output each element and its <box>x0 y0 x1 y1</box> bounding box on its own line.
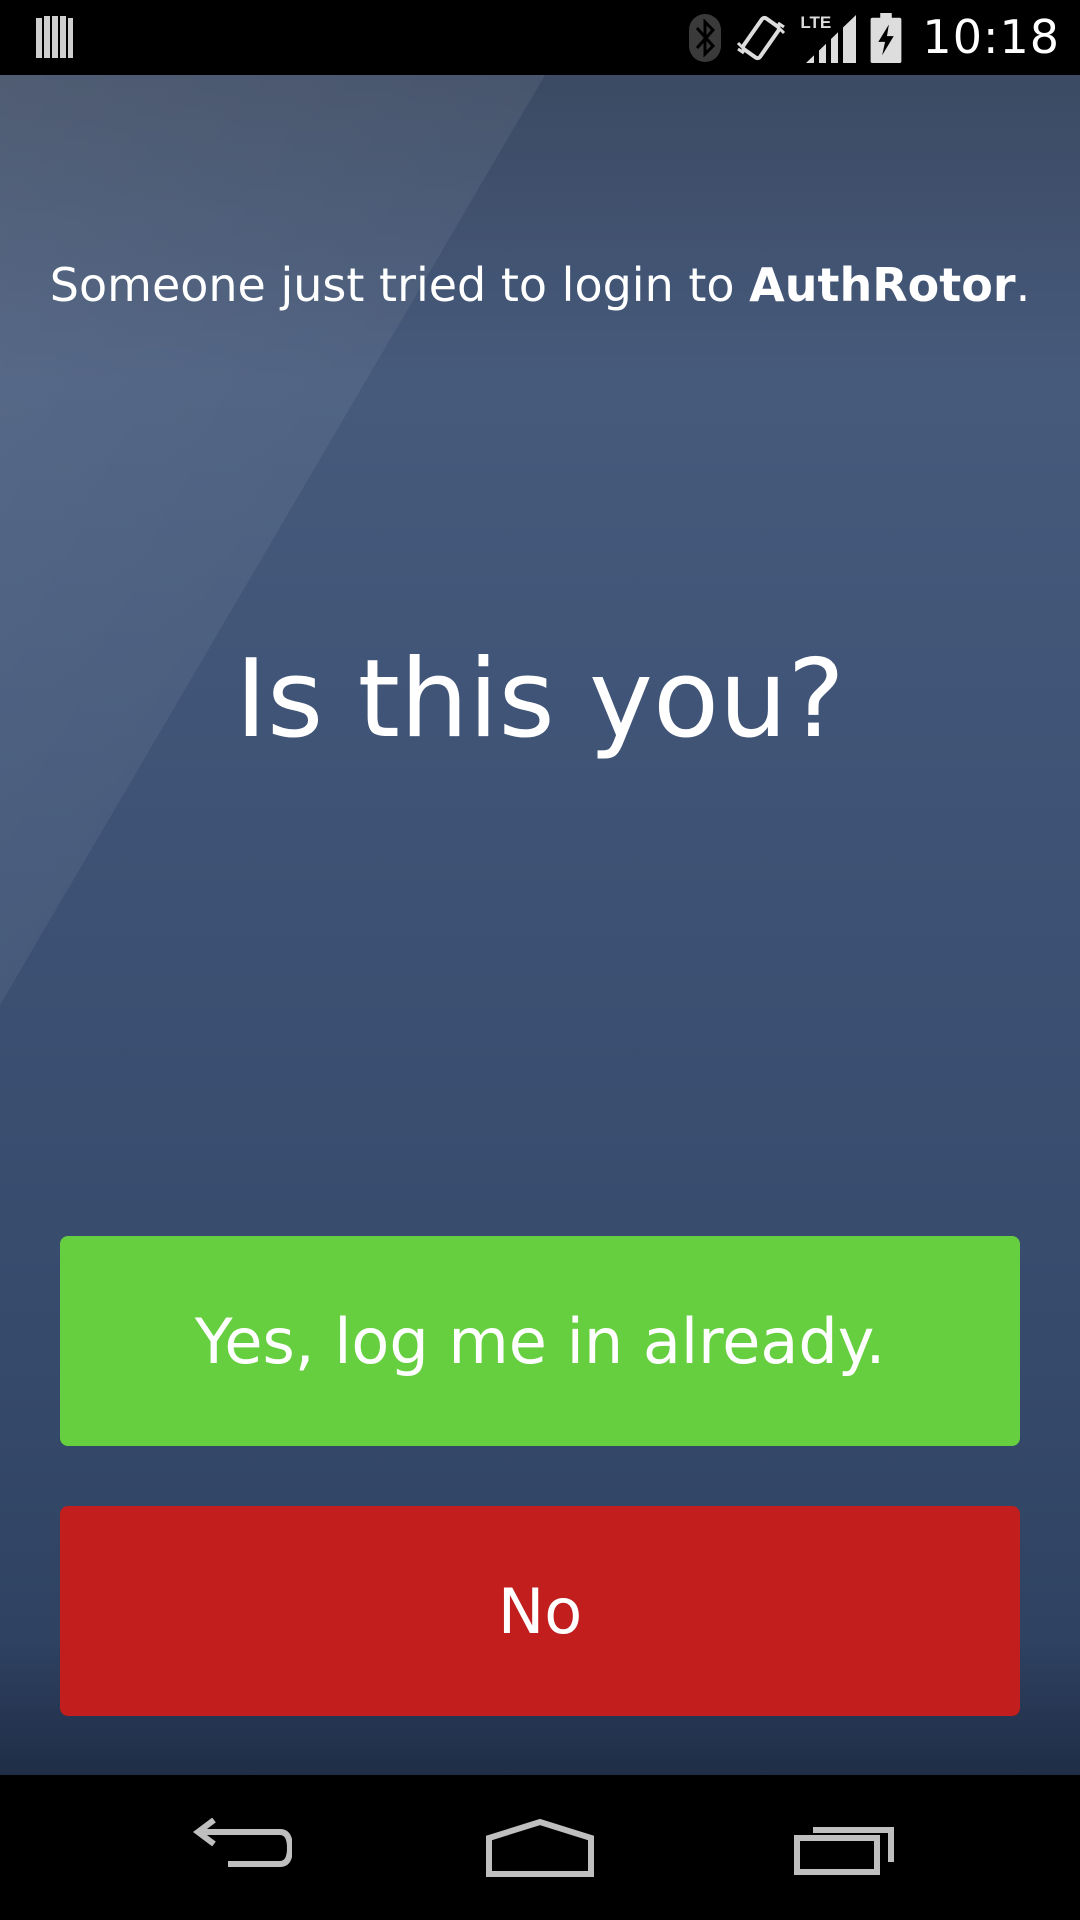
lte-signal-icon: LTE <box>800 13 857 63</box>
app-name: AuthRotor <box>749 258 1016 312</box>
message-suffix: . <box>1015 258 1031 312</box>
recents-button[interactable] <box>745 1775 945 1920</box>
back-icon <box>193 1817 292 1867</box>
clock: 10:18 <box>922 10 1060 64</box>
navigation-bar <box>0 1775 1080 1920</box>
approve-login-label: Yes, log me in already. <box>194 1304 886 1378</box>
notification-icon <box>36 16 73 58</box>
message-prefix: Someone just tried to login to <box>49 258 750 312</box>
page-title: Is this you? <box>235 637 845 762</box>
back-button[interactable] <box>140 1775 340 1920</box>
screen: LTE 10:18 Someone just tried to login to… <box>0 0 1080 1920</box>
status-icons: LTE 10:18 <box>688 0 1060 75</box>
vibrate-icon <box>737 15 786 60</box>
recents-icon <box>794 1826 894 1875</box>
home-button[interactable] <box>440 1775 640 1920</box>
bluetooth-icon <box>689 13 722 62</box>
approve-login-button[interactable]: Yes, log me in already. <box>60 1236 1020 1446</box>
home-icon <box>486 1818 594 1877</box>
deny-login-button[interactable]: No <box>60 1506 1020 1716</box>
deny-login-label: No <box>497 1574 583 1648</box>
battery-charging-icon <box>871 12 902 63</box>
auth-prompt: Someone just tried to login to AuthRotor… <box>0 75 1080 1775</box>
login-attempt-message: Someone just tried to login to AuthRotor… <box>0 255 1080 315</box>
status-bar: LTE 10:18 <box>0 0 1080 75</box>
